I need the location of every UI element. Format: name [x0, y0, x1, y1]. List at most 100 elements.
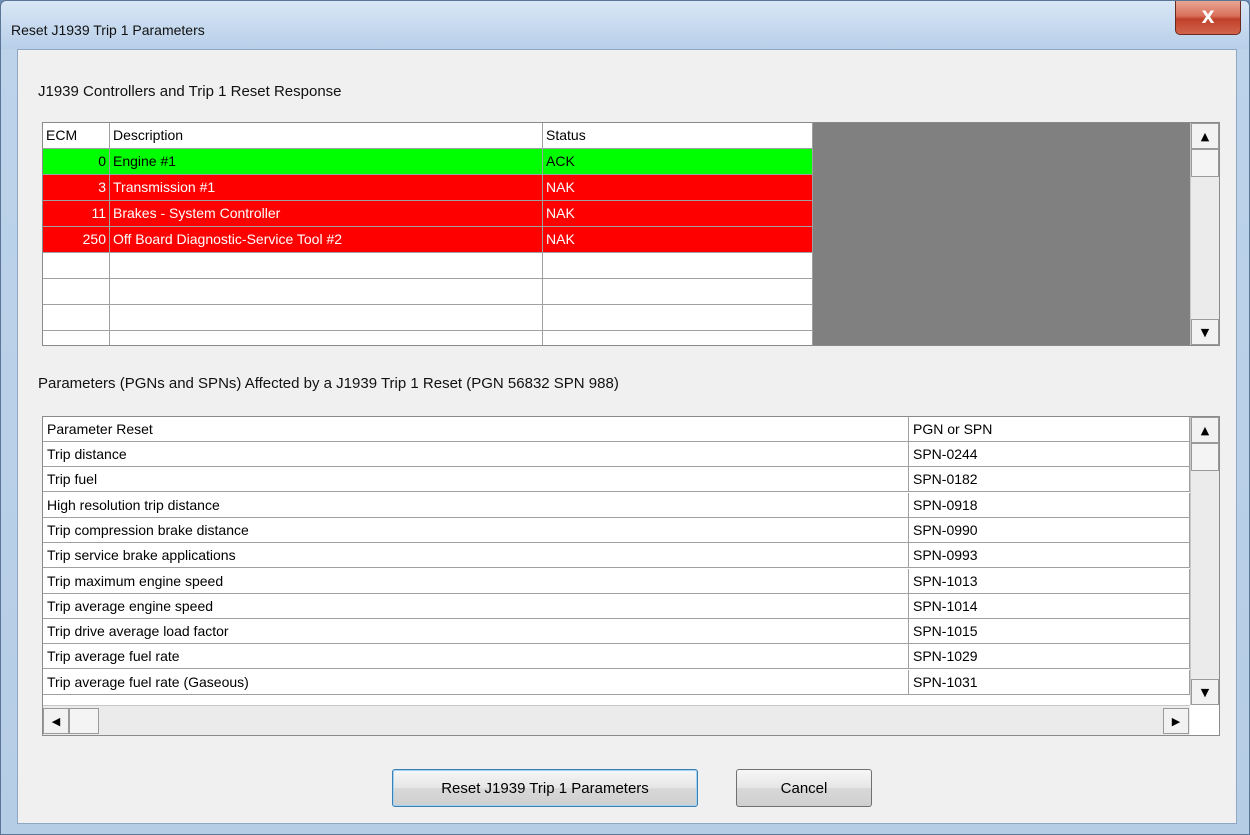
parameter-row[interactable]: Trip distance SPN-0244	[43, 442, 1190, 467]
ecm-cell: 0	[43, 149, 110, 175]
description-cell	[110, 331, 543, 345]
parameter-name-cell: Trip average fuel rate	[43, 644, 909, 670]
ecm-cell	[43, 305, 110, 331]
description-cell: Engine #1	[110, 149, 543, 175]
parameter-name-cell: Trip average engine speed	[43, 593, 909, 619]
controller-row[interactable]: 250 Off Board Diagnostic-Service Tool #2 N…	[43, 227, 813, 253]
ecm-cell	[43, 331, 110, 345]
empty-row[interactable]	[43, 331, 813, 345]
controllers-header-row: ECM Description Status	[43, 123, 813, 149]
parameters-horizontal-scrollbar[interactable]: ◀ ▶	[43, 705, 1190, 735]
scroll-down-button[interactable]: ▼	[1191, 319, 1219, 345]
parameter-name-cell: High resolution trip distance	[43, 492, 909, 518]
scroll-up-button[interactable]: ▲	[1191, 123, 1219, 149]
grid-empty-area	[813, 123, 1190, 345]
window-title: Reset J1939 Trip 1 Parameters	[11, 22, 205, 38]
scroll-up-button[interactable]: ▲	[1191, 417, 1219, 443]
empty-row[interactable]	[43, 253, 813, 279]
column-header-ecm[interactable]: ECM	[43, 123, 110, 149]
dialog-window: Reset J1939 Trip 1 Parameters X J1939 Co…	[0, 0, 1250, 835]
ecm-cell: 3	[43, 175, 110, 201]
column-header-status[interactable]: Status	[543, 123, 813, 149]
close-button[interactable]: X	[1175, 1, 1241, 35]
scroll-thumb[interactable]	[1191, 443, 1219, 471]
close-icon: X	[1201, 7, 1215, 28]
dialog-client-area: J1939 Controllers and Trip 1 Reset Respo…	[17, 49, 1237, 824]
status-cell: NAK	[543, 201, 813, 227]
pgn-spn-cell: SPN-1014	[909, 593, 1190, 619]
column-header-parameter-reset[interactable]: Parameter Reset	[43, 417, 909, 442]
arrow-down-icon: ▼	[1200, 685, 1210, 699]
scroll-right-button[interactable]: ▶	[1163, 708, 1189, 734]
status-cell	[543, 253, 813, 279]
arrow-up-icon: ▲	[1200, 423, 1210, 437]
controller-row[interactable]: 3 Transmission #1 NAK	[43, 175, 813, 201]
pgn-spn-cell: SPN-0990	[909, 517, 1190, 543]
ecm-cell: 11	[43, 201, 110, 227]
horizontal-scroll-thumb[interactable]	[69, 708, 99, 734]
column-header-description[interactable]: Description	[110, 123, 543, 149]
pgn-spn-cell: SPN-0993	[909, 543, 1190, 569]
pgn-spn-cell: SPN-1029	[909, 644, 1190, 670]
parameter-row[interactable]: Trip average fuel rate SPN-1029	[43, 644, 1190, 670]
controllers-grid[interactable]: ECM Description Status 0 Engine #1 ACK 3 Tra…	[42, 122, 1220, 346]
arrow-left-icon: ◀	[51, 714, 61, 728]
pgn-spn-cell: SPN-0182	[909, 467, 1190, 493]
parameter-row[interactable]: Trip average engine speed SPN-1014	[43, 593, 1190, 619]
parameter-name-cell: Trip maximum engine speed	[43, 568, 909, 594]
parameter-row[interactable]: Trip service brake applications SPN-0993	[43, 543, 1190, 569]
status-cell: ACK	[543, 149, 813, 175]
parameter-name-cell: Trip average fuel rate (Gaseous)	[43, 669, 909, 695]
pgn-spn-cell: SPN-0244	[909, 442, 1190, 467]
description-cell: Brakes - System Controller	[110, 201, 543, 227]
status-cell	[543, 279, 813, 305]
arrow-up-icon: ▲	[1200, 129, 1210, 143]
parameter-row[interactable]: Trip average fuel rate (Gaseous) SPN-1031	[43, 669, 1190, 695]
description-cell: Transmission #1	[110, 175, 543, 201]
parameter-row[interactable]: Trip compression brake distance SPN-0990	[43, 517, 1190, 543]
parameter-name-cell: Trip compression brake distance	[43, 517, 909, 543]
cancel-button[interactable]: Cancel	[736, 769, 872, 807]
parameters-grid[interactable]: Parameter Reset PGN or SPN Trip distance…	[42, 416, 1220, 736]
arrow-right-icon: ▶	[1171, 714, 1181, 728]
status-cell: NAK	[543, 175, 813, 201]
parameter-row[interactable]: Trip fuel SPN-0182	[43, 467, 1190, 493]
controllers-vertical-scrollbar[interactable]: ▲ ▼	[1190, 123, 1219, 345]
parameter-name-cell: Trip drive average load factor	[43, 619, 909, 645]
parameter-name-cell: Trip service brake applications	[43, 543, 909, 569]
status-cell	[543, 331, 813, 345]
scroll-down-button[interactable]: ▼	[1191, 679, 1219, 705]
scroll-thumb[interactable]	[1191, 149, 1219, 177]
parameter-name-cell: Trip fuel	[43, 467, 909, 493]
parameter-name-cell: Trip distance	[43, 442, 909, 467]
controllers-label: J1939 Controllers and Trip 1 Reset Respo…	[38, 83, 342, 100]
column-header-pgn-or-spn[interactable]: PGN or SPN	[909, 417, 1190, 442]
description-cell	[110, 279, 543, 305]
description-cell: Off Board Diagnostic-Service Tool #2	[110, 227, 543, 253]
status-cell	[543, 305, 813, 331]
controller-row[interactable]: 0 Engine #1 ACK	[43, 149, 813, 175]
parameter-row[interactable]: High resolution trip distance SPN-0918	[43, 492, 1190, 518]
parameters-header-row: Parameter Reset PGN or SPN	[43, 417, 1190, 442]
title-bar[interactable]: Reset J1939 Trip 1 Parameters X	[1, 1, 1249, 49]
empty-row[interactable]	[43, 279, 813, 305]
pgn-spn-cell: SPN-0918	[909, 492, 1190, 518]
pgn-spn-cell: SPN-1013	[909, 568, 1190, 594]
ecm-cell: 250	[43, 227, 110, 253]
arrow-down-icon: ▼	[1200, 325, 1210, 339]
scroll-left-button[interactable]: ◀	[43, 708, 69, 734]
empty-row[interactable]	[43, 305, 813, 331]
controller-row[interactable]: 11 Brakes - System Controller NAK	[43, 201, 813, 227]
parameter-row[interactable]: Trip maximum engine speed SPN-1013	[43, 568, 1190, 594]
parameter-row[interactable]: Trip drive average load factor SPN-1015	[43, 619, 1190, 645]
description-cell	[110, 253, 543, 279]
ecm-cell	[43, 253, 110, 279]
parameters-label: Parameters (PGNs and SPNs) Affected by a…	[38, 375, 619, 392]
description-cell	[110, 305, 543, 331]
ecm-cell	[43, 279, 110, 305]
parameters-vertical-scrollbar[interactable]: ▲ ▼	[1190, 417, 1219, 705]
pgn-spn-cell: SPN-1031	[909, 669, 1190, 695]
status-cell: NAK	[543, 227, 813, 253]
reset-trip-parameters-button[interactable]: Reset J1939 Trip 1 Parameters	[392, 769, 698, 807]
pgn-spn-cell: SPN-1015	[909, 619, 1190, 645]
